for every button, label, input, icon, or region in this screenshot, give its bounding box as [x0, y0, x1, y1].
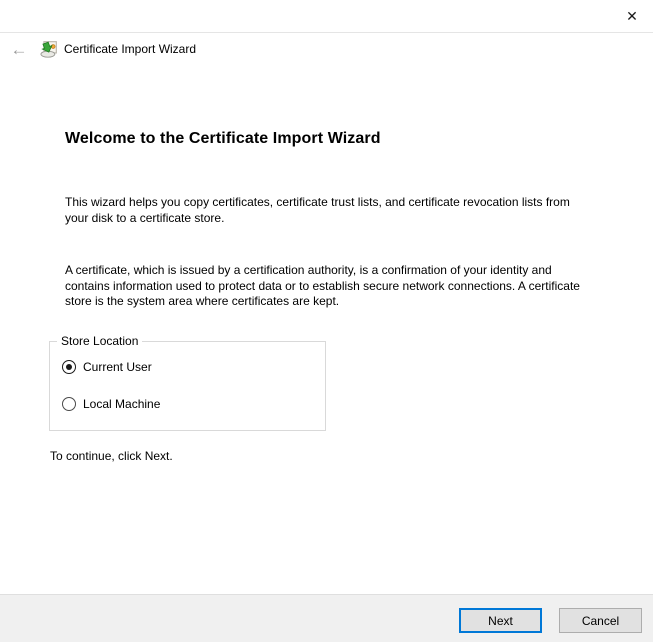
page-title: Welcome to the Certificate Import Wizard [65, 130, 381, 147]
titlebar: ✕ [0, 0, 653, 33]
wizard-title: Certificate Import Wizard [64, 42, 197, 56]
certificate-import-icon [40, 40, 58, 58]
footer-bar: Next Cancel [0, 594, 653, 642]
store-location-groupbox: Store Location Current User Local Machin… [49, 334, 326, 431]
store-location-label: Store Location [57, 334, 143, 348]
back-icon[interactable]: ← [0, 34, 38, 64]
next-button[interactable]: Next [459, 608, 542, 633]
radio-local-machine[interactable]: Local Machine [62, 395, 160, 413]
radio-current-user[interactable]: Current User [62, 358, 152, 376]
continue-hint: To continue, click Next. [50, 449, 173, 463]
radio-button-icon[interactable] [62, 397, 76, 411]
cancel-button[interactable]: Cancel [559, 608, 642, 633]
radio-current-user-label: Current User [83, 360, 152, 374]
wizard-header: ← Certificate Import Wizard [0, 34, 653, 64]
certificate-import-wizard-window: ✕ ← Certificate Import Wizard Welcome to… [0, 0, 653, 642]
description-paragraph: A certificate, which is issued by a cert… [65, 263, 580, 308]
radio-button-icon[interactable] [62, 360, 76, 374]
intro-paragraph: This wizard helps you copy certificates,… [65, 195, 570, 225]
radio-local-machine-label: Local Machine [83, 397, 161, 411]
close-icon[interactable]: ✕ [616, 2, 648, 30]
